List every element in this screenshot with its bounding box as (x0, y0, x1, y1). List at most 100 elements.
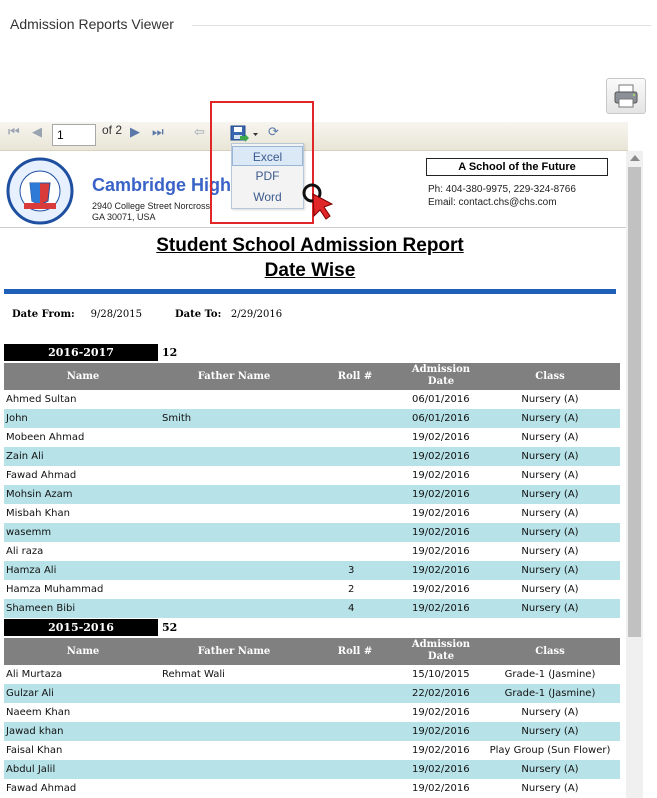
previous-page-icon[interactable]: ◀ (32, 125, 42, 140)
refresh-icon[interactable]: ⟳ (268, 125, 279, 140)
page-number-input[interactable] (52, 124, 96, 146)
export-menu-excel[interactable]: Excel (232, 146, 303, 166)
printer-icon (614, 84, 638, 108)
report-toolbar: ⏮ ◀ of 2 ▶ ⏭ ⇦ ⟳ (0, 122, 628, 151)
last-page-icon[interactable]: ⏭ (152, 125, 164, 140)
cell-date: 22/02/2016 (412, 688, 470, 699)
table-row: Fawad Ahmad 19/02/2016 Nursery (A) (4, 466, 620, 485)
column-header-father: Father Name (197, 646, 271, 657)
cell-name: Ahmed Sultan (6, 394, 77, 405)
email-text: Email: contact.chs@chs.com (428, 197, 557, 208)
table-row: Shameen Bibi 4 19/02/2016 Nursery (A) (4, 599, 620, 618)
title-underline-bar (4, 289, 616, 294)
cell-class: Nursery (A) (521, 764, 579, 775)
cell-date: 19/02/2016 (412, 783, 470, 794)
column-header-admission-date: Admission Date (411, 364, 471, 387)
cell-class: Nursery (A) (521, 527, 579, 538)
cell-roll: 4 (348, 603, 355, 614)
page-title: Admission Reports Viewer (10, 16, 174, 32)
cell-date: 15/10/2015 (412, 669, 470, 680)
cell-date: 19/02/2016 (412, 584, 470, 595)
school-name: Cambridge High (92, 175, 232, 195)
table-row: Ali raza 19/02/2016 Nursery (A) (4, 542, 620, 561)
column-header-admission-date: Admission Date (411, 639, 471, 662)
school-contact: Ph: 404-380-9975, 229-324-8766 Email: co… (428, 183, 576, 209)
cell-class: Grade-1 (Jasmine) (504, 688, 596, 699)
cell-name: Gulzar Ali (6, 688, 54, 699)
back-icon[interactable]: ⇦ (194, 125, 205, 140)
cell-class: Nursery (A) (521, 432, 579, 443)
column-header-roll: Roll # (337, 371, 373, 382)
cell-name: Mohsin Azam (6, 489, 73, 500)
cell-name: Ali Murtaza (6, 669, 63, 680)
column-header-name: Name (66, 371, 100, 382)
group-count: 12 (162, 346, 178, 359)
cell-date: 19/02/2016 (412, 451, 470, 462)
cell-class: Nursery (A) (521, 726, 579, 737)
cell-class: Nursery (A) (521, 565, 579, 576)
cell-name: Fawad Ahmad (6, 783, 77, 794)
cell-class: Nursery (A) (521, 489, 579, 500)
cell-date: 19/02/2016 (412, 508, 470, 519)
date-to: Date To: 2/29/2016 (175, 309, 283, 320)
table-row: Jawad khan 19/02/2016 Nursery (A) (4, 722, 620, 741)
scrollbar-thumb[interactable] (628, 167, 641, 637)
table-row: John Smith 06/01/2016 Nursery (A) (4, 409, 620, 428)
cell-name: Abdul Jalil (6, 764, 56, 775)
table-header: Name Father Name Roll # Admission Date Class (4, 363, 620, 390)
cell-name: Zain Ali (6, 451, 44, 462)
export-dropdown-button[interactable] (230, 124, 262, 144)
cell-class: Nursery (A) (521, 603, 579, 614)
vertical-scrollbar[interactable] (626, 151, 643, 798)
export-menu: Excel PDF Word (231, 143, 304, 209)
cell-name: Hamza Ali (6, 565, 57, 576)
cell-date: 06/01/2016 (412, 413, 470, 424)
cell-name: wasemm (6, 527, 52, 538)
cell-date: 19/02/2016 (412, 470, 470, 481)
first-page-icon[interactable]: ⏮ (8, 125, 20, 140)
cell-date: 06/01/2016 (412, 394, 470, 405)
cell-date: 19/02/2016 (412, 764, 470, 775)
cell-date: 19/02/2016 (412, 707, 470, 718)
table-row: Mobeen Ahmad 19/02/2016 Nursery (A) (4, 428, 620, 447)
cell-date: 19/02/2016 (412, 489, 470, 500)
cell-class: Nursery (A) (521, 508, 579, 519)
group-session-label: 2016-2017 (4, 344, 158, 361)
scroll-up-icon[interactable] (630, 155, 640, 161)
cell-class: Grade-1 (Jasmine) (504, 669, 596, 680)
cell-class: Nursery (A) (521, 413, 579, 424)
cell-name: Shameen Bibi (6, 603, 76, 614)
cell-date: 19/02/2016 (412, 546, 470, 557)
table-row: Ali Murtaza Rehmat Wali 15/10/2015 Grade-1 … (4, 665, 620, 684)
save-export-icon (230, 125, 258, 142)
print-button[interactable] (606, 78, 646, 114)
table-row: Gulzar Ali 22/02/2016 Grade-1 (Jasmine) (4, 684, 620, 703)
cell-date: 19/02/2016 (412, 745, 470, 756)
title-divider (192, 25, 651, 26)
cell-class: Nursery (A) (521, 470, 579, 481)
page-count-label: of 2 (102, 123, 123, 137)
cell-class: Play Group (Sun Flower) (489, 745, 611, 756)
column-header-name: Name (66, 646, 100, 657)
phone-text: Ph: 404-380-9975, 229-324-8766 (428, 184, 576, 195)
cell-class: Nursery (A) (521, 584, 579, 595)
export-menu-pdf[interactable]: PDF (232, 166, 303, 186)
cell-name: Ali raza (6, 546, 44, 557)
table-row: Hamza Ali 3 19/02/2016 Nursery (A) (4, 561, 620, 580)
cell-name: Faisal Khan (6, 745, 63, 756)
column-header-class: Class (535, 371, 565, 382)
date-from: Date From: 9/28/2015 (12, 309, 142, 320)
table-row: Faisal Khan 19/02/2016 Play Group (Sun Flo… (4, 741, 620, 760)
cell-class: Nursery (A) (521, 546, 579, 557)
cell-class: Nursery (A) (521, 451, 579, 462)
next-page-icon[interactable]: ▶ (130, 125, 140, 140)
table-row: Fawad Ahmad 19/02/2016 Nursery (A) (4, 779, 620, 798)
report-title: Student School Admission Report Date Wis… (156, 235, 464, 281)
cell-name: Misbah Khan (6, 508, 70, 519)
export-menu-word[interactable]: Word (232, 187, 303, 207)
table-row: Misbah Khan 19/02/2016 Nursery (A) (4, 504, 620, 523)
cell-date: 19/02/2016 (412, 432, 470, 443)
cell-date: 19/02/2016 (412, 726, 470, 737)
cell-name: Jawad khan (6, 726, 64, 737)
cell-name: John (6, 413, 28, 424)
